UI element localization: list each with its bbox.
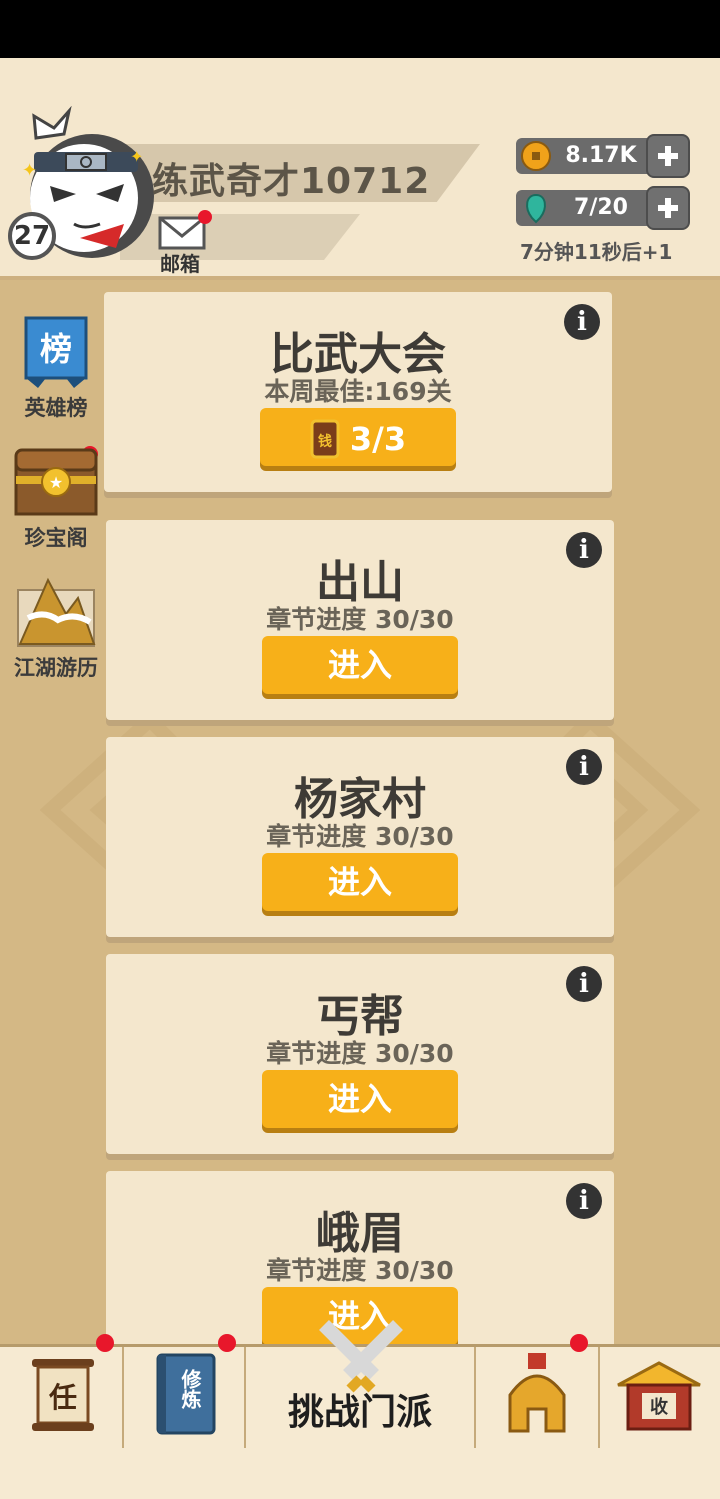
ranking-banner-icon: 榜 bbox=[24, 316, 88, 388]
card-progress: 章节进度 30/30 bbox=[266, 1039, 454, 1068]
sidebar-label-treasure: 珍宝阁 bbox=[24, 526, 88, 550]
nav-tasks-notification-dot bbox=[96, 1334, 114, 1352]
collect-house-icon: 收 bbox=[617, 1361, 701, 1431]
nav-equipment-notification-dot bbox=[570, 1334, 588, 1352]
coins-value: 8.17K bbox=[565, 143, 637, 168]
stamina-value: 7/20 bbox=[574, 195, 628, 220]
sidebar-item-hero-ranking[interactable]: 榜 英雄榜 bbox=[8, 316, 104, 422]
player-name: 练武奇才10712 bbox=[152, 161, 431, 202]
enter-button[interactable]: 进入 bbox=[262, 853, 458, 911]
ranking-icon-text: 榜 bbox=[40, 330, 72, 368]
stamina-timer: 7分钟11秒后+1 bbox=[520, 240, 673, 264]
svg-text:✦: ✦ bbox=[22, 160, 37, 181]
mountain-scroll-icon bbox=[17, 577, 96, 647]
sidebar-label-hero-ranking: 英雄榜 bbox=[24, 396, 88, 420]
card-gaibang: i 丐帮 章节进度 30/30 进入 bbox=[106, 954, 614, 1154]
bottom-nav: 任 修炼 挑战门派 收 bbox=[0, 1320, 720, 1451]
treasure-chest-icon: ★ bbox=[14, 448, 98, 516]
enter-button[interactable]: 进入 bbox=[262, 1070, 458, 1128]
challenge-sect-label: 挑战门派 bbox=[287, 1392, 432, 1433]
status-bar bbox=[0, 0, 720, 58]
sidebar-label-jianghu-travel: 江湖游历 bbox=[14, 656, 98, 680]
card-progress: 本周最佳:169关 bbox=[264, 377, 452, 406]
add-coins-button[interactable] bbox=[646, 134, 690, 178]
task-scroll-icon: 任 bbox=[32, 1359, 94, 1431]
nav-tasks[interactable]: 任 bbox=[0, 1347, 124, 1451]
svg-text:★: ★ bbox=[49, 473, 63, 492]
cultivate-icon-text: 修炼 bbox=[178, 1368, 202, 1410]
card-tournament: i 比武大会 本周最佳:169关 钱 3/3 bbox=[104, 292, 612, 492]
nav-collect[interactable]: 收 bbox=[600, 1347, 720, 1451]
tournament-tickets-button[interactable]: 钱 3/3 bbox=[260, 408, 456, 466]
sidebar-item-treasure[interactable]: ★ 珍宝阁 bbox=[8, 446, 104, 552]
card-yangjiacun: i 杨家村 章节进度 30/30 进入 bbox=[106, 737, 614, 937]
stamina-icon bbox=[526, 193, 546, 224]
task-icon-text: 任 bbox=[48, 1381, 77, 1414]
mail-notification-dot bbox=[198, 210, 212, 224]
svg-text:✦: ✦ bbox=[130, 147, 143, 166]
nav-cultivate[interactable]: 修炼 bbox=[124, 1347, 246, 1451]
nav-equipment[interactable] bbox=[476, 1347, 600, 1451]
ticket-icon: 钱 bbox=[310, 419, 340, 459]
cultivate-book-icon: 修炼 bbox=[156, 1353, 216, 1435]
card-progress: 章节进度 30/30 bbox=[266, 1256, 454, 1285]
add-stamina-button[interactable] bbox=[646, 186, 690, 230]
button-label: 3/3 bbox=[349, 420, 407, 458]
card-progress: 章节进度 30/30 bbox=[266, 605, 454, 634]
coin-icon bbox=[521, 141, 551, 171]
ticket-icon-text: 钱 bbox=[318, 433, 332, 450]
sidebar-item-jianghu-travel[interactable]: 江湖游历 bbox=[8, 570, 104, 682]
enter-button[interactable]: 进入 bbox=[262, 636, 458, 694]
card-progress: 章节进度 30/30 bbox=[266, 822, 454, 851]
helmet-icon bbox=[508, 1353, 566, 1433]
mail-label[interactable]: 邮箱 bbox=[160, 248, 200, 277]
card-chushan: i 出山 章节进度 30/30 进入 bbox=[106, 520, 614, 720]
level-badge: 27 bbox=[8, 212, 56, 260]
nav-challenge-sect[interactable]: 挑战门派 bbox=[246, 1320, 476, 1451]
nav-cultivate-notification-dot bbox=[218, 1334, 236, 1352]
bottom-safe-area bbox=[0, 1448, 720, 1499]
collect-icon-text: 收 bbox=[650, 1396, 668, 1418]
crossed-swords-icon bbox=[319, 1320, 403, 1393]
